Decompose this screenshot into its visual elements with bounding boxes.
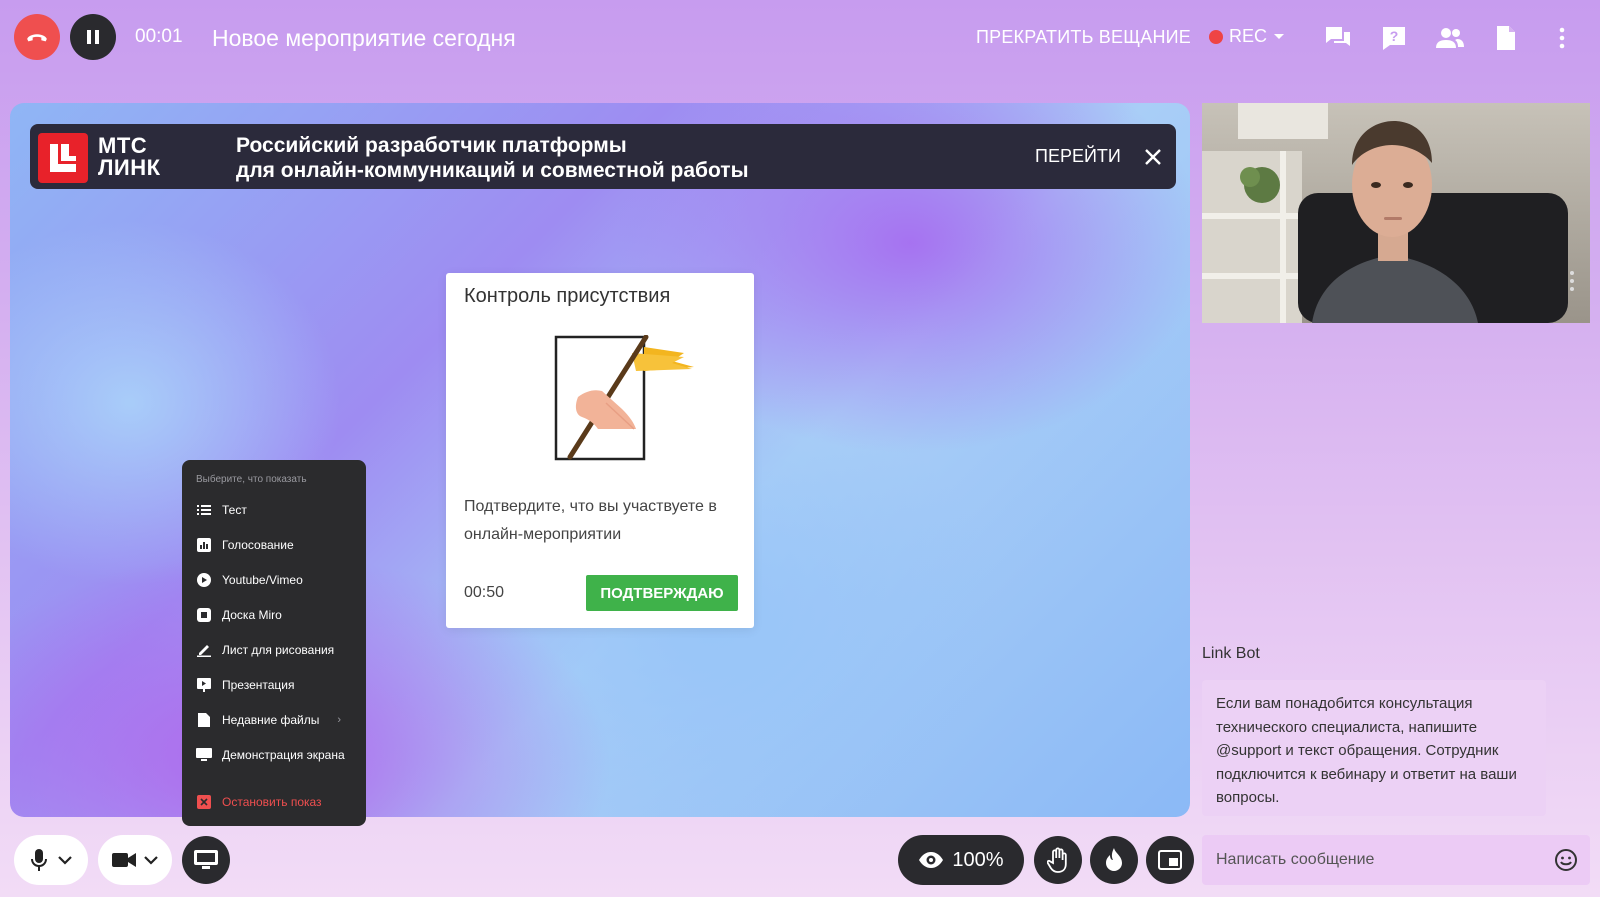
microphone-control[interactable]: [14, 835, 88, 885]
attendance-countdown: 00:50: [464, 584, 505, 601]
chat-button[interactable]: [1322, 22, 1354, 54]
view-quality-control[interactable]: 100%: [898, 835, 1024, 885]
banner-brand: МТС ЛИНК: [98, 133, 161, 180]
rec-dropdown[interactable]: REC: [1209, 26, 1285, 47]
monitor-icon: [196, 747, 212, 763]
share-item-test[interactable]: Тест: [196, 498, 247, 522]
chevron-down-icon: [144, 856, 158, 865]
participants-icon: [1436, 28, 1464, 48]
picture-in-picture-icon: [1158, 850, 1182, 870]
emoji-icon[interactable]: [1554, 848, 1578, 872]
mts-link-logo: [38, 133, 88, 183]
pause-icon: [87, 30, 99, 44]
stop-broadcast-button[interactable]: ПРЕКРАТИТЬ ВЕЩАНИЕ: [976, 27, 1191, 48]
poll-icon: [196, 537, 212, 553]
share-menu-header: Выберите, что показать: [196, 474, 307, 485]
speaker-video: [1202, 103, 1590, 323]
microphone-icon: [31, 849, 47, 871]
share-item-poll[interactable]: Голосование: [196, 533, 294, 557]
help-button[interactable]: ?: [1378, 22, 1410, 54]
confirm-attendance-button[interactable]: ПОДТВЕРЖДАЮ: [586, 575, 738, 611]
stop-icon: [196, 794, 212, 810]
pen-icon: [196, 642, 212, 658]
fire-icon: [1106, 848, 1122, 871]
reaction-button[interactable]: [1090, 836, 1138, 884]
event-title: Новое мероприятие сегодня: [212, 25, 516, 51]
broadcast-timer: 00:01: [135, 26, 183, 47]
eye-icon: [919, 852, 944, 868]
message-input-placeholder: Написать сообщение: [1216, 851, 1375, 868]
svg-text:?: ?: [1390, 28, 1399, 44]
pause-button[interactable]: [70, 14, 116, 60]
chat-icon: [1326, 27, 1350, 46]
attendance-check-dialog: Контроль присутствия Подтвердите, что вы…: [446, 273, 754, 628]
participants-button[interactable]: [1434, 22, 1466, 54]
message-input[interactable]: Написать сообщение: [1202, 835, 1590, 885]
camera-control[interactable]: [98, 835, 172, 885]
stop-sharing-button[interactable]: Остановить показ: [196, 790, 322, 814]
help-icon: ?: [1383, 27, 1405, 50]
close-icon: [1145, 149, 1161, 165]
banner-text: Российский разработчик платформы для онл…: [236, 134, 749, 182]
rec-label: REC: [1229, 26, 1268, 46]
board-icon: [196, 607, 212, 623]
camera-icon: [112, 853, 136, 867]
view-percent: 100%: [952, 848, 1004, 871]
list-icon: [196, 502, 212, 518]
share-screen-button[interactable]: [182, 836, 230, 884]
share-item-recent-files[interactable]: Недавние файлы ›: [196, 708, 341, 732]
hand-icon: [1047, 847, 1067, 873]
chevron-down-icon: [58, 856, 72, 865]
play-icon: [196, 572, 212, 588]
monitor-icon: [194, 850, 218, 869]
share-item-youtube[interactable]: Youtube/Vimeo: [196, 568, 303, 592]
share-item-drawing[interactable]: Лист для рисования: [196, 638, 334, 662]
banner-close-button[interactable]: [1142, 146, 1164, 168]
share-content-menu: Выберите, что показать Тест Голосование …: [182, 460, 366, 826]
phone-hangup-icon: [27, 34, 47, 42]
presentation-icon: [196, 677, 212, 693]
share-item-presentation[interactable]: Презентация: [196, 673, 295, 697]
raise-hand-button[interactable]: [1034, 836, 1082, 884]
share-item-screen[interactable]: Демонстрация экрана: [196, 743, 345, 767]
top-bar: 00:01 Новое мероприятие сегодня ПРЕКРАТИ…: [0, 0, 1600, 76]
more-icon: [1559, 27, 1565, 49]
share-item-miro[interactable]: Доска Miro: [196, 603, 282, 627]
chevron-right-icon: ›: [337, 714, 342, 726]
chat-author-name: Link Bot: [1202, 645, 1260, 662]
documents-button[interactable]: [1490, 22, 1522, 54]
promo-banner: МТС ЛИНК Российский разработчик платформ…: [30, 124, 1176, 189]
file-icon: [196, 712, 212, 728]
hangup-button[interactable]: [14, 14, 60, 60]
caret-down-icon: [1274, 33, 1285, 39]
chat-message: Если вам понадобится консультация технич…: [1202, 680, 1546, 816]
attendance-text: Подтвердите, что вы участвуете в онлайн-…: [464, 498, 717, 543]
rec-dot-icon: [1209, 29, 1223, 44]
banner-go-link[interactable]: ПЕРЕЙТИ: [1035, 146, 1121, 167]
attendance-title: Контроль присутствия: [464, 285, 671, 307]
picture-in-picture-button[interactable]: [1146, 836, 1194, 884]
document-icon: [1497, 26, 1515, 50]
raised-flag-illustration: [546, 334, 696, 465]
more-button[interactable]: [1546, 22, 1578, 54]
